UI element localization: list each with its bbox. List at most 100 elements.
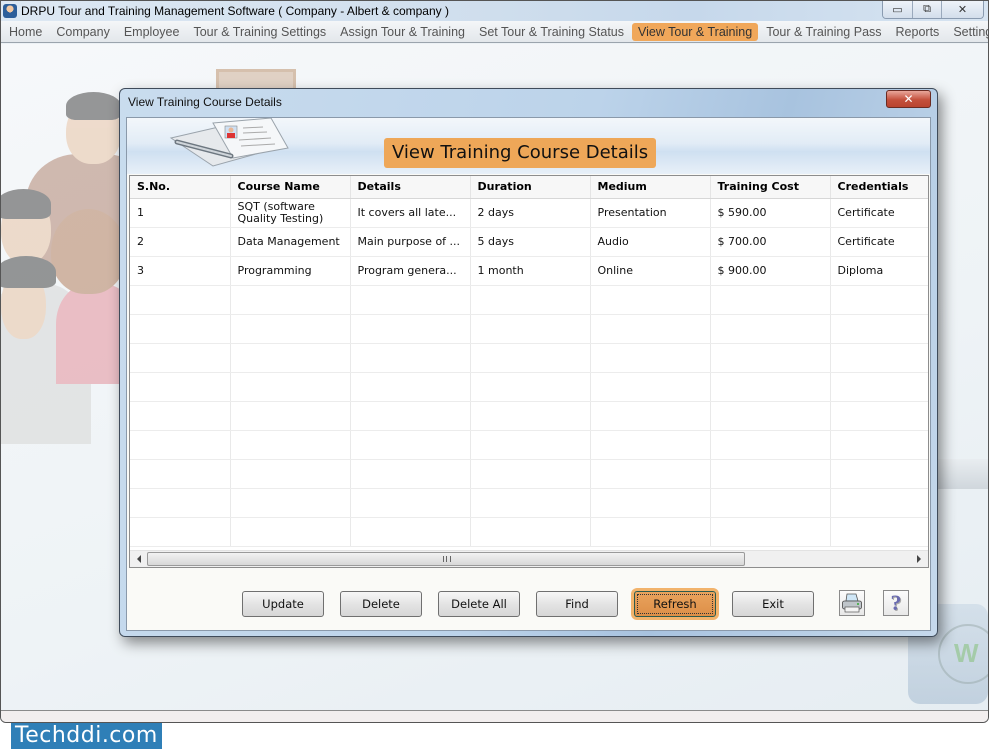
banner-title: View Training Course Details (384, 138, 657, 168)
help-question-icon: ? (890, 590, 902, 615)
table-cell (830, 372, 928, 402)
table-cell (230, 401, 351, 431)
table-cell: 2 (130, 227, 231, 257)
dialog-content: View Training Course Details S.No. Course… (126, 117, 931, 631)
table-cell (470, 343, 591, 373)
table-cell (470, 430, 591, 460)
table-cell (230, 459, 351, 489)
menu-item-home[interactable]: Home (3, 23, 48, 41)
menu-item-view-tour-training[interactable]: View Tour & Training (632, 22, 759, 41)
table-cell (350, 314, 471, 344)
delete-button[interactable]: Delete (340, 591, 422, 617)
table-cell (590, 285, 711, 315)
column-header-course-name[interactable]: Course Name (230, 176, 351, 199)
table-cell (710, 488, 831, 518)
delete-all-button[interactable]: Delete All (438, 591, 520, 617)
table-cell (130, 372, 231, 402)
refresh-button[interactable]: Refresh (634, 591, 716, 617)
print-button[interactable] (839, 590, 865, 616)
table-cell (590, 314, 711, 344)
table-cell (830, 285, 928, 315)
app-logo-icon (3, 4, 17, 18)
menu-item-tour-training-pass[interactable]: Tour & Training Pass (760, 23, 887, 41)
table-row[interactable]: 1 SQT (software Quality Testing) It covers… (130, 198, 928, 228)
table-cell: Certificate (830, 198, 928, 228)
table-cell (350, 343, 471, 373)
empty-table-row (130, 459, 928, 489)
minimize-button[interactable]: ▭ (883, 1, 912, 18)
column-header-training-cost[interactable]: Training Cost (710, 176, 831, 199)
scroll-left-arrow-icon[interactable] (137, 555, 141, 563)
column-header-medium[interactable]: Medium (590, 176, 711, 199)
table-cell: Audio (590, 227, 711, 257)
column-header-credentials[interactable]: Credentials (830, 176, 928, 199)
help-button[interactable]: ? (883, 590, 909, 616)
table-cell (470, 488, 591, 518)
menu-item-assign-tour-training[interactable]: Assign Tour & Training (334, 23, 471, 41)
table-cell: $ 700.00 (710, 227, 831, 257)
scrollbar-thumb[interactable] (147, 552, 745, 566)
menu-item-tour-training-settings[interactable]: Tour & Training Settings (187, 23, 332, 41)
table-cell: $ 590.00 (710, 198, 831, 228)
table-cell (230, 430, 351, 460)
table-cell (230, 343, 351, 373)
table-cell: Main purpose of ... (350, 227, 471, 257)
empty-table-row (130, 517, 928, 547)
menu-item-settings[interactable]: Settings (947, 23, 988, 41)
restore-button[interactable]: ⧉ (912, 1, 941, 18)
view-training-course-dialog: View Training Course Details ✕ View Trai… (119, 88, 938, 637)
menu-item-employee[interactable]: Employee (118, 23, 186, 41)
table-cell (470, 285, 591, 315)
menu-bar: Home Company Employee Tour & Training Setti… (1, 21, 988, 43)
table-cell (350, 430, 471, 460)
app-title: DRPU Tour and Training Management Softwa… (21, 4, 449, 18)
table-cell: It covers all late... (350, 198, 471, 228)
table-cell (230, 488, 351, 518)
empty-table-row (130, 430, 928, 460)
table-cell (590, 430, 711, 460)
table-cell (130, 488, 231, 518)
column-header-details[interactable]: Details (350, 176, 471, 199)
course-details-grid[interactable]: S.No. Course Name Details Duration Medium Tra… (129, 175, 929, 568)
grid-header-row: S.No. Course Name Details Duration Medium Tra… (130, 176, 928, 199)
menu-item-reports[interactable]: Reports (890, 23, 946, 41)
table-cell: 5 days (470, 227, 591, 257)
exit-button[interactable]: Exit (732, 591, 814, 617)
window-controls: ▭ ⧉ ✕ (882, 1, 984, 19)
table-cell (230, 314, 351, 344)
empty-table-row (130, 372, 928, 402)
printer-icon (842, 593, 862, 613)
empty-table-row (130, 285, 928, 315)
table-cell (130, 343, 231, 373)
column-header-s-no[interactable]: S.No. (130, 176, 231, 199)
table-row[interactable]: 3 Programming Program genera... 1 month Onli… (130, 256, 928, 286)
table-cell: Online (590, 256, 711, 286)
empty-table-row (130, 314, 928, 344)
table-cell (830, 459, 928, 489)
column-header-duration[interactable]: Duration (470, 176, 591, 199)
empty-table-row (130, 343, 928, 373)
table-cell (230, 285, 351, 315)
find-button[interactable]: Find (536, 591, 618, 617)
table-cell (830, 401, 928, 431)
watermark-logo: Techddi.com (11, 723, 162, 749)
menu-item-company[interactable]: Company (50, 23, 116, 41)
table-cell (590, 517, 711, 547)
table-cell (830, 430, 928, 460)
close-window-button[interactable]: ✕ (941, 1, 983, 18)
table-cell: Diploma (830, 256, 928, 286)
course-book-icon (169, 118, 289, 167)
table-cell (590, 488, 711, 518)
table-cell: 2 days (470, 198, 591, 228)
horizontal-scrollbar[interactable] (130, 550, 928, 567)
app-titlebar: DRPU Tour and Training Management Softwa… (1, 1, 988, 21)
dialog-close-button[interactable]: ✕ (886, 90, 931, 108)
table-cell (710, 517, 831, 547)
table-cell (710, 459, 831, 489)
table-cell (230, 517, 351, 547)
table-row[interactable]: 2 Data Management Main purpose of ... 5 day… (130, 227, 928, 257)
scroll-right-arrow-icon[interactable] (917, 555, 921, 563)
menu-item-set-tour-training-status[interactable]: Set Tour & Training Status (473, 23, 630, 41)
table-cell (590, 372, 711, 402)
update-button[interactable]: Update (242, 591, 324, 617)
